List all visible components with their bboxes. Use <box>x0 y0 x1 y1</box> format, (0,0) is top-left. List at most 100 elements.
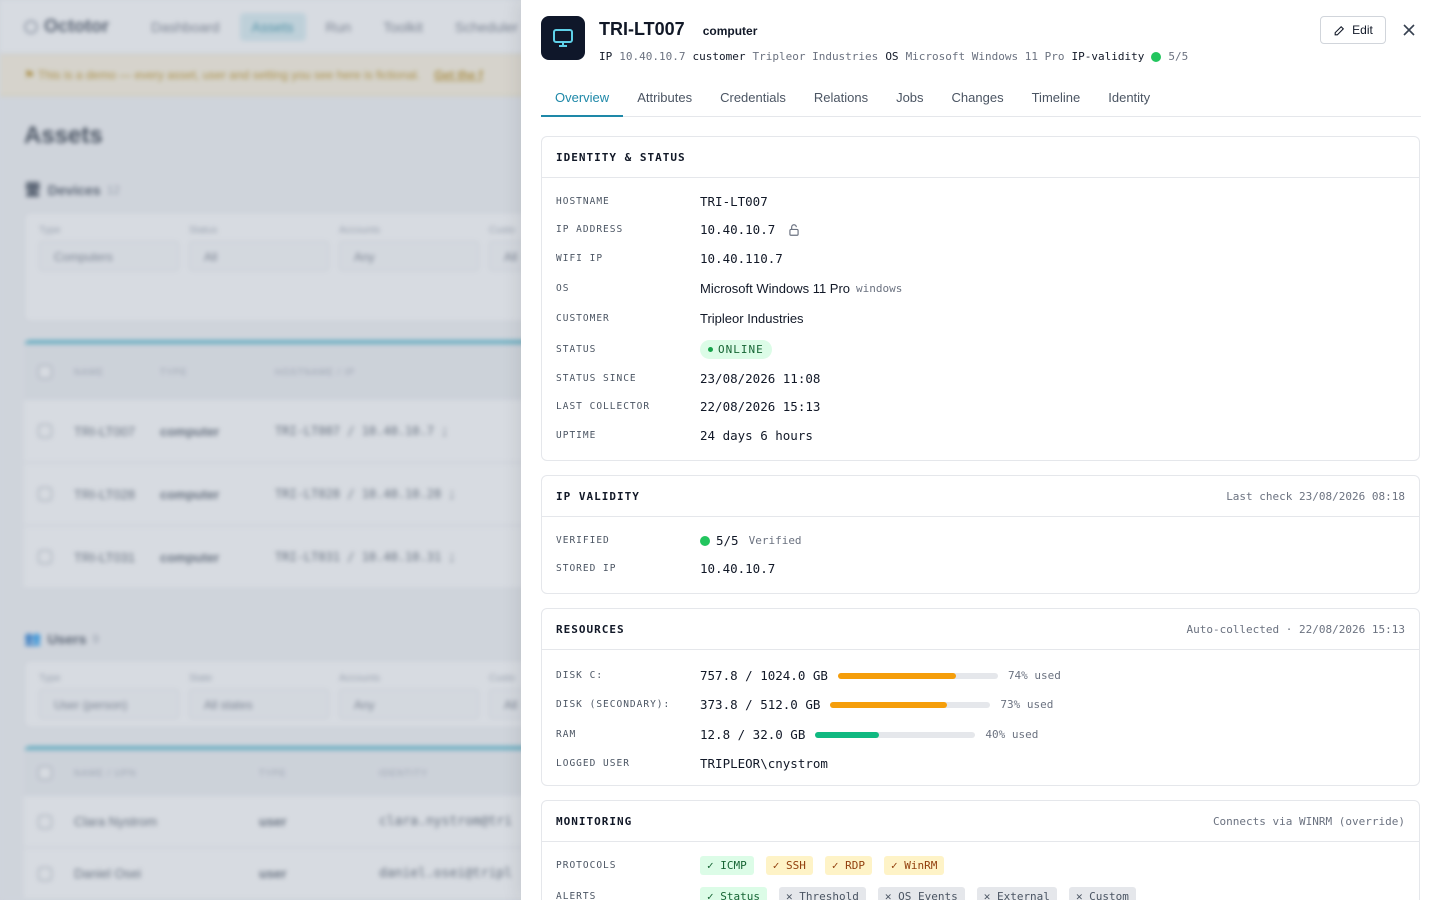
stored-ip-row: STORED IP 10.40.10.7 <box>556 561 1406 576</box>
uptime-row: UPTIME 24 days 6 hours <box>556 428 1406 443</box>
protocol-chip: ✓ WinRM <box>884 856 945 875</box>
protocol-chip: ✓ ICMP <box>700 856 754 875</box>
logged-user-row: LOGGED USER TRIPLEOR\cnystrom <box>556 756 1406 771</box>
field-label: LOGGED USER <box>556 758 630 769</box>
tab-attributes[interactable]: Attributes <box>623 80 706 117</box>
connects-via: Connects via WINRM (override) <box>1212 814 1405 828</box>
meta-ip-label: IP <box>599 50 613 63</box>
field-label: WIFI IP <box>556 253 604 264</box>
ram-row: RAM 12.8 / 32.0 GB 40% used <box>556 727 1406 742</box>
field-label: VERIFIED <box>556 535 610 546</box>
asset-title: TRI-LT007 computer <box>599 19 757 40</box>
field-label: STATUS SINCE <box>556 373 637 384</box>
meta-customer: Tripleor Industries <box>752 50 879 63</box>
field-label: CUSTOMER <box>556 313 610 324</box>
field-label: PROTOCOLS <box>556 860 617 871</box>
field-label: DISK (SECONDARY): <box>556 699 671 710</box>
usage-fill <box>837 672 957 679</box>
card-header: MONITORING Connects via WINRM (override) <box>542 801 1419 842</box>
edit-button[interactable]: Edit <box>1320 16 1386 44</box>
card-title: IDENTITY & STATUS <box>556 150 686 164</box>
last-check: Last check 23/08/2026 08:18 <box>1226 489 1405 503</box>
usage-fill <box>815 731 880 738</box>
auto-collected: Auto-collected · 22/08/2026 15:13 <box>1186 622 1405 636</box>
protocols-row: PROTOCOLS ✓ ICMP ✓ SSH ✓ RDP ✓ WinRM <box>556 856 1406 875</box>
alert-chips: ✓ Status ✕ Threshold ✕ OS Events ✕ External… <box>700 887 1142 900</box>
disk-c-value: 757.8 / 1024.0 GB <box>700 668 828 683</box>
status-since-value: 23/08/2026 11:08 <box>700 371 821 386</box>
tab-relations[interactable]: Relations <box>800 80 882 117</box>
tab-changes[interactable]: Changes <box>938 80 1018 117</box>
field-label: OS <box>556 283 570 294</box>
asset-name: TRI-LT007 <box>599 19 685 39</box>
status-badge: ONLINE <box>700 340 772 359</box>
asset-detail-panel: TRI-LT007 computer IP 10.40.10.7 custome… <box>521 0 1440 900</box>
ip-address-row: IP ADDRESS 10.40.10.7 <box>556 222 1406 237</box>
ram-usage-bar <box>815 731 976 738</box>
card-header: IP VALIDITY Last check 23/08/2026 08:18 <box>542 476 1419 517</box>
meta-os-label: OS <box>885 50 899 63</box>
disk-secondary-row: DISK (SECONDARY): 373.8 / 512.0 GB 73% u… <box>556 697 1406 712</box>
pencil-icon <box>1334 25 1345 35</box>
panel-tabs: Overview Attributes Credentials Relation… <box>541 80 1421 117</box>
stored-ip-value: 10.40.10.7 <box>700 561 776 576</box>
tab-credentials[interactable]: Credentials <box>706 80 800 117</box>
card-title: RESOURCES <box>556 622 625 636</box>
ip-address-value: 10.40.10.7 <box>700 222 776 237</box>
field-label: HOSTNAME <box>556 196 610 207</box>
usage-fill <box>830 701 948 708</box>
meta-validity: 5/5 <box>1168 50 1189 63</box>
meta-ip: 10.40.10.7 <box>619 50 686 63</box>
status-value: ONLINE <box>718 343 764 356</box>
os-value: Microsoft Windows 11 Pro <box>700 281 851 296</box>
field-label: DISK C: <box>556 670 604 681</box>
edit-label: Edit <box>1352 23 1373 37</box>
tab-jobs[interactable]: Jobs <box>882 80 937 117</box>
card-title: MONITORING <box>556 814 633 828</box>
wifi-ip-row: WIFI IP 10.40.110.7 <box>556 251 1406 266</box>
disk-secondary-usage-bar <box>830 701 991 708</box>
unlock-icon[interactable] <box>787 223 801 237</box>
wifi-ip-value: 10.40.110.7 <box>700 251 783 266</box>
logged-user-value: TRIPLEOR\cnystrom <box>700 756 828 771</box>
field-label: STATUS <box>556 344 597 355</box>
hostname-value: TRI-LT007 <box>700 194 768 209</box>
verified-row: VERIFIED 5/5 Verified <box>556 533 1406 548</box>
disk-c-used: 74% used <box>1007 669 1061 682</box>
uptime-value: 24 days 6 hours <box>700 428 813 443</box>
status-row: STATUS ONLINE <box>556 340 1406 359</box>
customer-value: Tripleor Industries <box>700 311 804 326</box>
protocol-chips: ✓ ICMP ✓ SSH ✓ RDP ✓ WinRM <box>700 856 950 875</box>
meta-validity-label: IP-validity <box>1071 50 1145 63</box>
status-dot-icon <box>708 347 713 352</box>
tab-timeline[interactable]: Timeline <box>1018 80 1095 117</box>
tab-overview[interactable]: Overview <box>541 80 624 117</box>
asset-type: computer <box>702 24 758 38</box>
alert-chip: ✕ External <box>976 887 1057 900</box>
disk-secondary-value: 373.8 / 512.0 GB <box>700 697 821 712</box>
field-label: IP ADDRESS <box>556 224 624 235</box>
disk-c-row: DISK C: 757.8 / 1024.0 GB 74% used <box>556 668 1406 683</box>
disk-c-usage-bar <box>837 672 998 679</box>
os-family: windows <box>856 282 903 295</box>
tab-identity[interactable]: Identity <box>1094 80 1164 117</box>
meta-customer-label: customer <box>692 50 746 63</box>
os-row: OS Microsoft Windows 11 Pro windows <box>556 281 1406 296</box>
last-collector-row: LAST COLLECTOR 22/08/2026 15:13 <box>556 399 1406 414</box>
computer-icon <box>541 16 585 60</box>
status-since-row: STATUS SINCE 23/08/2026 11:08 <box>556 371 1406 386</box>
protocol-chip: ✓ SSH <box>765 856 813 875</box>
card-title: IP VALIDITY <box>556 489 640 503</box>
alert-chip: ✓ Status <box>700 887 767 900</box>
close-button[interactable] <box>1397 18 1421 42</box>
disk-secondary-used: 73% used <box>1000 698 1054 711</box>
alert-chip: ✕ OS Events <box>877 887 965 900</box>
field-label: RAM <box>556 729 577 740</box>
resources-card: RESOURCES Auto-collected · 22/08/2026 15… <box>541 608 1420 786</box>
customer-row: CUSTOMER Tripleor Industries <box>556 311 1406 326</box>
field-label: LAST COLLECTOR <box>556 401 651 412</box>
ram-used: 40% used <box>985 728 1039 741</box>
field-label: UPTIME <box>556 430 597 441</box>
last-collector-value: 22/08/2026 15:13 <box>700 399 821 414</box>
asset-meta: IP 10.40.10.7 customer Tripleor Industri… <box>599 50 1188 63</box>
